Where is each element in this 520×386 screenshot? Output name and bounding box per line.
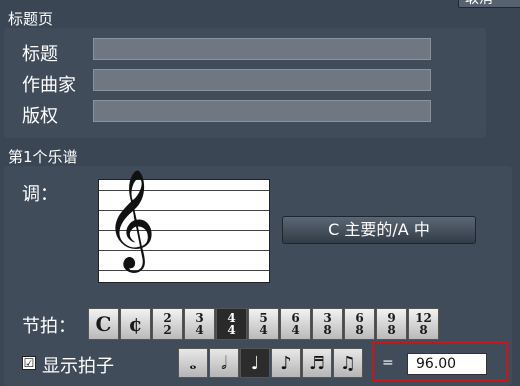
note-value-buttons: 𝅝 𝅗𝅥 ♩ ♪ ♬ ♫ bbox=[178, 348, 364, 378]
time-signature-cut-button[interactable]: ¢ bbox=[120, 308, 151, 340]
key-signature-staff[interactable]: 𝄞 bbox=[98, 169, 270, 283]
time-signature-6-4-button[interactable]: 64 bbox=[280, 308, 311, 340]
time-signature-3-4-button[interactable]: 34 bbox=[184, 308, 215, 340]
time-signature-common-button[interactable]: C bbox=[88, 308, 119, 340]
time-signature-2-2-button[interactable]: 22 bbox=[152, 308, 183, 340]
time-signature-4-4-button[interactable]: 44 bbox=[216, 308, 247, 340]
staff-line bbox=[99, 270, 269, 271]
quarter-note-icon[interactable]: ♩ bbox=[240, 348, 270, 378]
composer-label: 作曲家 bbox=[22, 75, 76, 96]
copyright-label: 版权 bbox=[22, 106, 58, 127]
time-signature-buttons: C ¢ 22 34 44 54 64 38 68 98 12 8 bbox=[88, 308, 440, 340]
composer-input[interactable] bbox=[93, 69, 431, 91]
time-signature-6-8-button[interactable]: 68 bbox=[344, 308, 375, 340]
score-section-title: 第1个乐谱 bbox=[8, 148, 78, 166]
title-page-section-title: 标题页 bbox=[8, 10, 54, 28]
key-label: 调： bbox=[22, 184, 58, 205]
eighth-note-icon[interactable]: ♪ bbox=[271, 348, 301, 378]
title-label: 标题 bbox=[22, 44, 58, 65]
treble-clef-icon: 𝄞 bbox=[105, 169, 156, 269]
whole-note-icon[interactable]: 𝅝 bbox=[178, 348, 208, 378]
show-beats-checkbox[interactable]: ☑ bbox=[22, 356, 36, 370]
time-signature-5-4-button[interactable]: 54 bbox=[248, 308, 279, 340]
half-note-icon[interactable]: 𝅗𝅥 bbox=[209, 348, 239, 378]
tempo-equals: = bbox=[382, 355, 394, 371]
time-signature-9-8-button[interactable]: 98 bbox=[376, 308, 407, 340]
time-signature-label: 节拍： bbox=[22, 316, 76, 337]
copyright-input[interactable] bbox=[93, 100, 431, 122]
dotted-note-icon[interactable]: ♫ bbox=[333, 348, 363, 378]
tempo-input[interactable]: 96.00 bbox=[407, 353, 487, 375]
show-beats-label: 显示拍子 bbox=[42, 356, 114, 377]
title-input[interactable] bbox=[93, 38, 431, 60]
sixteenth-note-icon[interactable]: ♬ bbox=[302, 348, 332, 378]
key-select-button[interactable]: C 主要的/A 中 bbox=[282, 216, 476, 244]
time-signature-12-8-button[interactable]: 12 8 bbox=[408, 308, 439, 340]
cancel-button[interactable]: 取消 bbox=[458, 0, 520, 8]
time-signature-3-8-button[interactable]: 38 bbox=[312, 308, 343, 340]
